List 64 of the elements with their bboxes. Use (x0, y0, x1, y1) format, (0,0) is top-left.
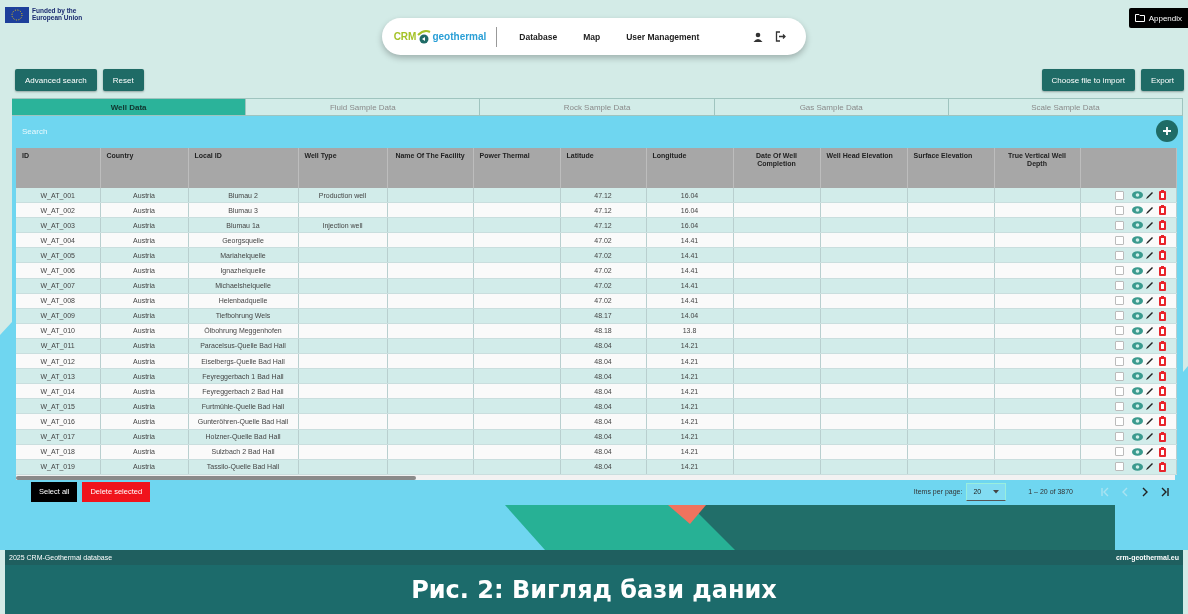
delete-icon[interactable] (1158, 386, 1166, 397)
figure-caption: Рис. 2: Вигляд бази даних (411, 575, 777, 604)
first-page-icon (1100, 486, 1110, 497)
nav-link[interactable]: User Management (626, 27, 700, 46)
search-field[interactable]: Search (16, 126, 1156, 136)
row-checkbox[interactable] (1114, 371, 1124, 381)
row-checkbox[interactable] (1114, 432, 1124, 442)
delete-icon[interactable] (1158, 446, 1166, 457)
delete-icon[interactable] (1158, 325, 1166, 336)
delete-icon[interactable] (1158, 295, 1166, 306)
tab[interactable]: Well Data (12, 98, 247, 116)
row-checkbox[interactable] (1114, 296, 1124, 306)
row-checkbox[interactable] (1114, 250, 1124, 260)
delete-icon[interactable] (1158, 416, 1166, 427)
row-checkbox[interactable] (1114, 341, 1124, 351)
logo-text: CRM (393, 31, 417, 42)
delete-icon[interactable] (1158, 356, 1166, 367)
row-checkbox[interactable] (1114, 311, 1124, 321)
delete-icon[interactable] (1158, 265, 1166, 276)
delete-icon[interactable] (1158, 280, 1166, 291)
delete-icon[interactable] (1158, 401, 1166, 412)
chevron-right-icon (1140, 486, 1150, 497)
nav-link[interactable]: Map (583, 27, 601, 46)
toolbar-button[interactable]: Choose file to import (1041, 69, 1135, 91)
row-checkbox[interactable] (1114, 281, 1124, 291)
delete-icon[interactable] (1158, 341, 1166, 351)
delete-icon[interactable] (1158, 310, 1166, 321)
row-checkbox[interactable] (1114, 356, 1124, 366)
row-checkbox[interactable] (1114, 416, 1124, 426)
row-checkbox[interactable] (1114, 447, 1124, 457)
toolbar-button[interactable]: Reset (102, 69, 144, 91)
delete-icon[interactable] (1158, 205, 1166, 216)
row-checkbox[interactable] (1114, 205, 1124, 215)
folder-icon (1134, 14, 1145, 22)
plus-icon (1162, 126, 1172, 136)
row-checkbox[interactable] (1114, 190, 1124, 200)
delete-icon[interactable] (1158, 250, 1166, 261)
logout-icon[interactable] (775, 31, 787, 42)
row-checkbox[interactable] (1114, 220, 1124, 230)
row-checkbox[interactable] (1114, 386, 1124, 396)
scrollbar[interactable] (16, 474, 1175, 480)
row-checkbox[interactable] (1114, 401, 1124, 411)
caret-icon (993, 489, 1000, 494)
row-checkbox[interactable] (1114, 235, 1124, 245)
add-button[interactable] (1156, 120, 1178, 142)
logo-icon (416, 28, 433, 45)
toolbar-button[interactable]: Export (1140, 69, 1184, 91)
delete-icon[interactable] (1158, 371, 1166, 382)
row-checkbox[interactable] (1114, 266, 1124, 275)
flag-icon (5, 7, 29, 23)
delete-icon[interactable] (1158, 190, 1166, 201)
logo-text: geothermal (432, 31, 487, 42)
delete-icon[interactable] (1158, 220, 1166, 231)
delete-icon[interactable] (1158, 235, 1166, 246)
user-icon[interactable] (753, 31, 764, 42)
delete-icon[interactable] (1158, 431, 1166, 442)
chevron-left-icon (1120, 486, 1130, 497)
appendix-button[interactable]: Appendix (1128, 8, 1188, 28)
nav-link[interactable]: Database (519, 27, 558, 46)
row-checkbox[interactable] (1114, 462, 1124, 472)
delete-icon[interactable] (1158, 461, 1166, 472)
last-page-icon (1160, 486, 1170, 497)
row-checkbox[interactable] (1114, 326, 1124, 336)
toolbar-button[interactable]: Advanced search (15, 69, 97, 91)
